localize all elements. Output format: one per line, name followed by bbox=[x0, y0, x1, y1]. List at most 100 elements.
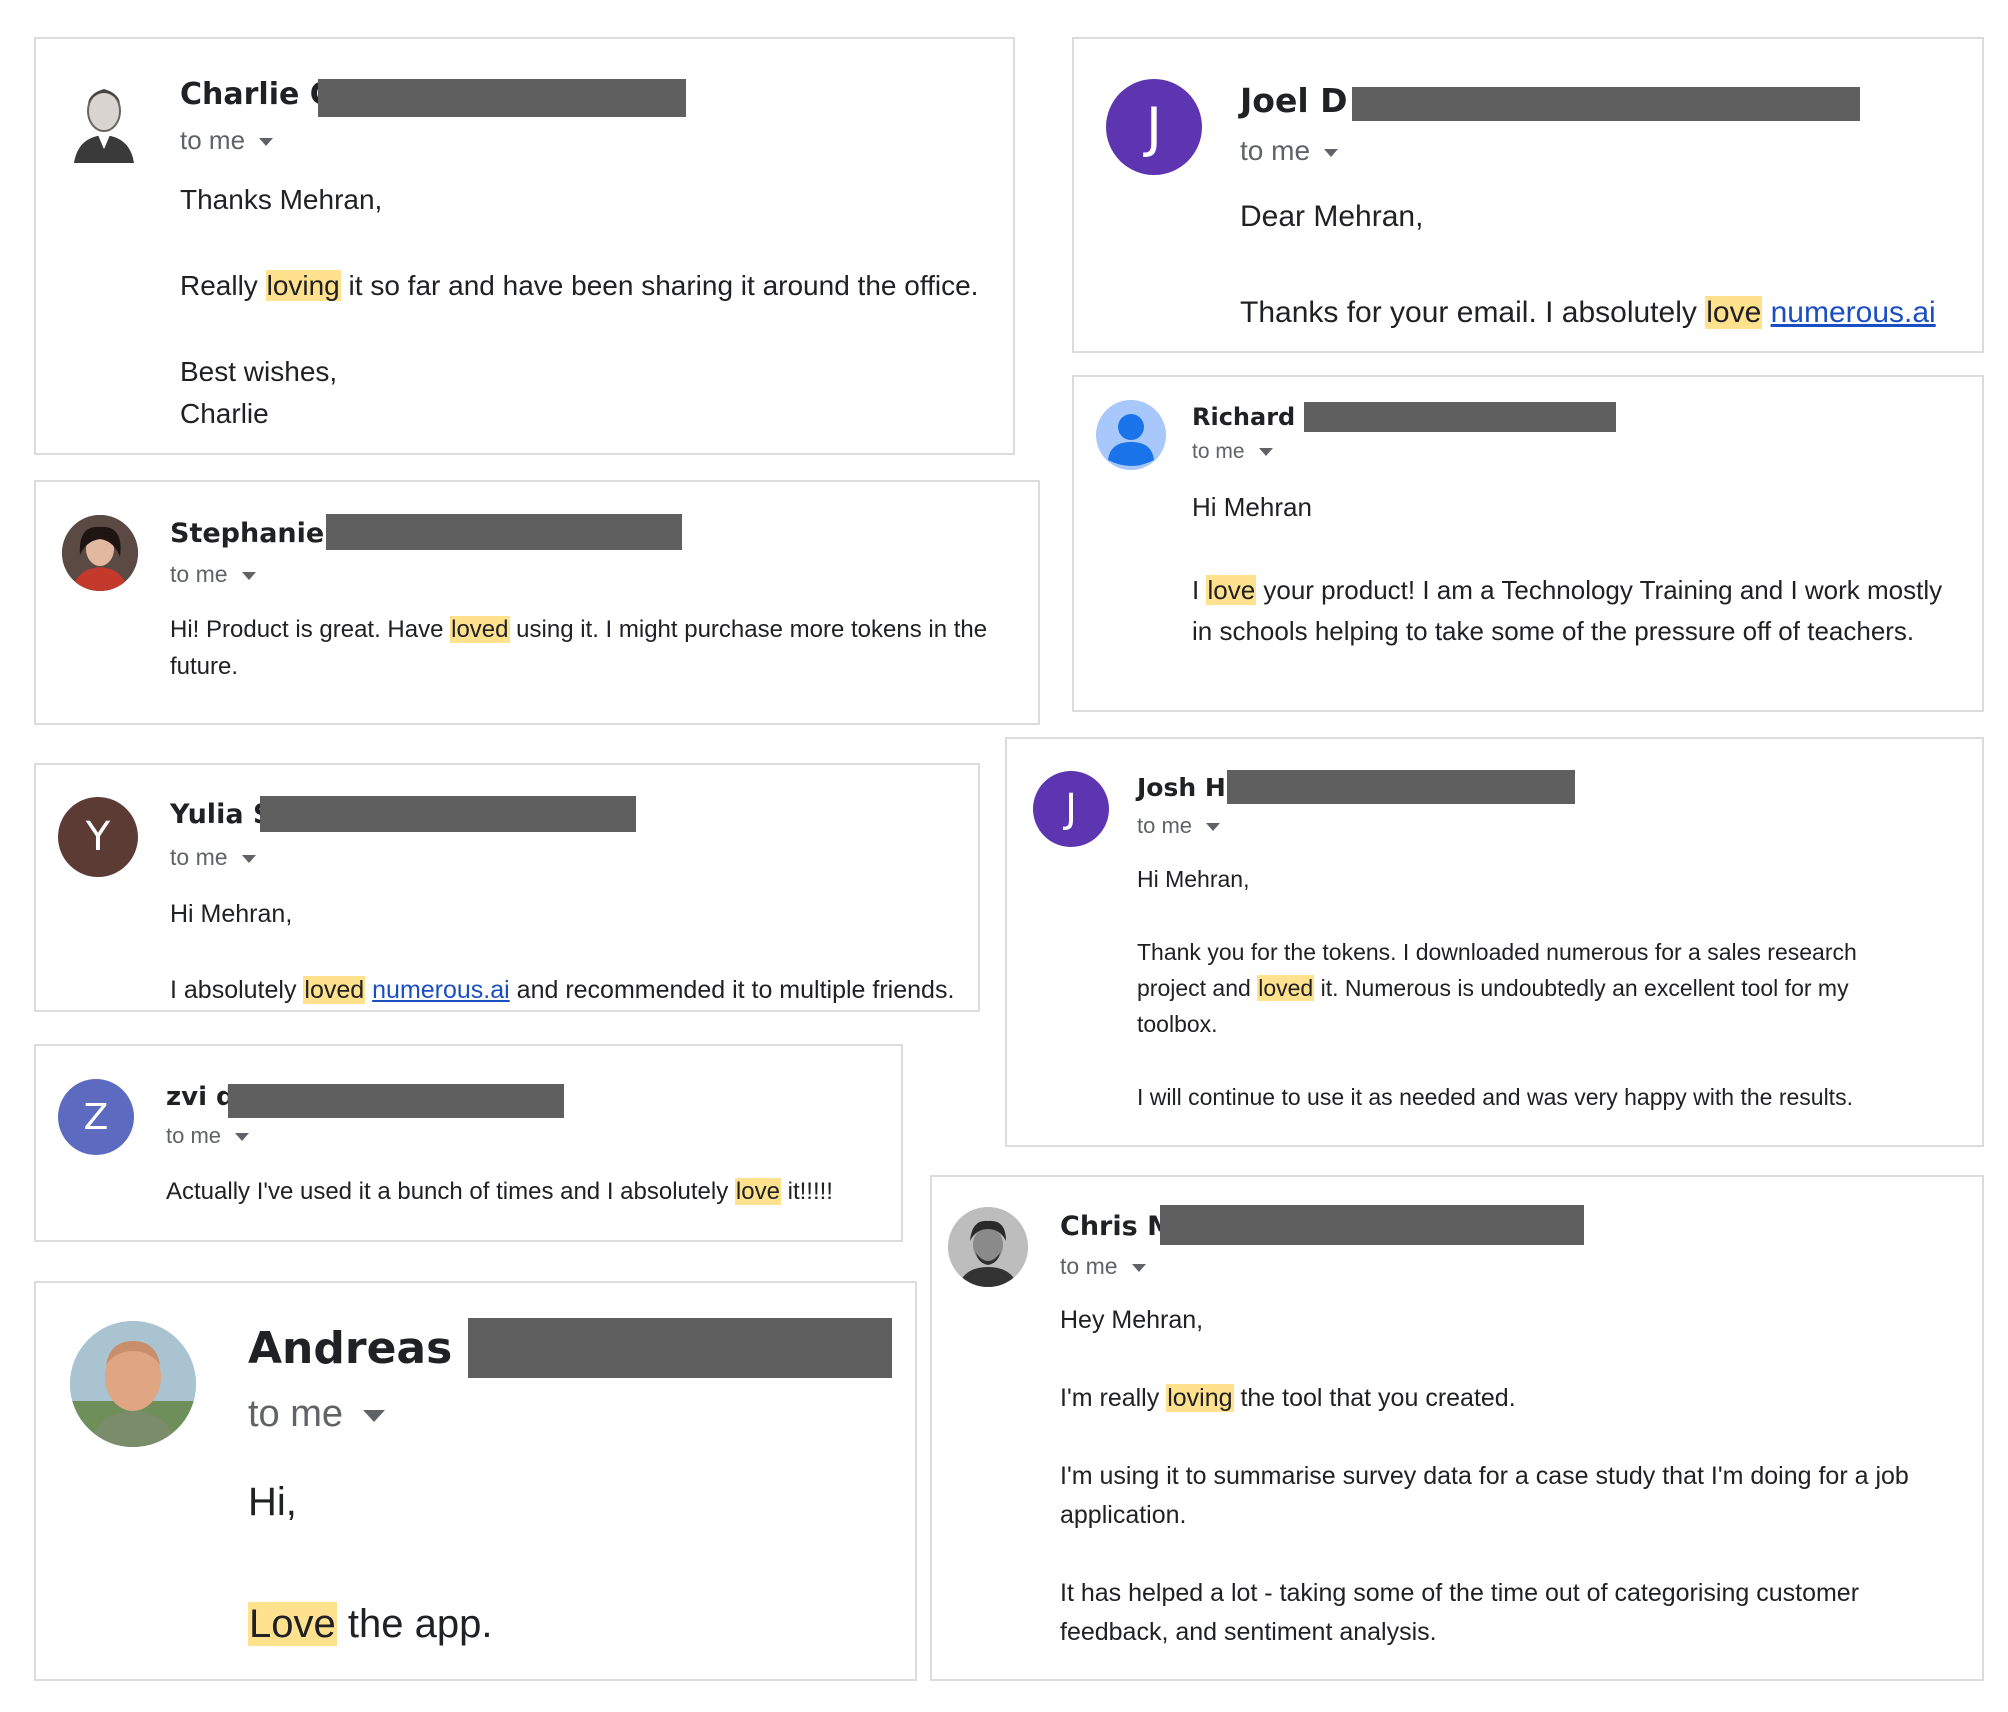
avatar bbox=[1096, 400, 1166, 470]
email-body: Dear Mehran, Thanks for your email. I ab… bbox=[1240, 195, 1980, 335]
redaction-bar bbox=[318, 79, 686, 117]
avatar bbox=[62, 515, 138, 591]
sender-name: Joel D bbox=[1240, 81, 1348, 120]
recipient-toggle[interactable]: to me bbox=[1137, 813, 1221, 839]
sender-name: Andreas S bbox=[248, 1323, 500, 1374]
email-card-stephanie: Stephanie B to me Hi! Product is great. … bbox=[34, 480, 1040, 725]
greeting: Hi Mehran, bbox=[170, 900, 293, 928]
chevron-down-icon[interactable] bbox=[241, 571, 256, 580]
chevron-down-icon[interactable] bbox=[1131, 1263, 1146, 1272]
chevron-down-icon[interactable] bbox=[1206, 823, 1221, 832]
highlight: loved bbox=[450, 616, 510, 643]
highlight: loving bbox=[1166, 1384, 1234, 1412]
sender-name: Josh H bbox=[1137, 773, 1226, 802]
chevron-down-icon[interactable] bbox=[241, 854, 256, 863]
body-line-2: I will continue to use it as needed and … bbox=[1137, 1084, 1853, 1110]
highlight: love bbox=[1206, 575, 1257, 605]
chevron-down-icon[interactable] bbox=[259, 138, 274, 147]
body-line: Actually I've used it a bunch of times a… bbox=[166, 1178, 833, 1205]
recipient-label: to me bbox=[248, 1393, 344, 1435]
email-body: Hey Mehran, I'm really loving the tool t… bbox=[1060, 1301, 1960, 1652]
redaction-bar bbox=[1227, 770, 1575, 804]
email-body: Hi, Love the app. bbox=[248, 1475, 888, 1651]
email-body: Hi! Product is great. Have loved using i… bbox=[170, 611, 1000, 685]
redaction-bar bbox=[228, 1084, 564, 1118]
chevron-down-icon[interactable] bbox=[363, 1409, 386, 1422]
avatar: Z bbox=[58, 1079, 134, 1155]
sender-name: Richard C bbox=[1192, 403, 1322, 431]
email-card-joel: J Joel D to me Dear Mehran, Thanks for y… bbox=[1072, 37, 1984, 353]
avatar: J bbox=[1106, 79, 1202, 175]
highlight: love bbox=[1705, 296, 1763, 329]
recipient-label: to me bbox=[1192, 440, 1245, 463]
body-line: I'm really loving the tool that you crea… bbox=[1060, 1384, 1516, 1412]
redaction-bar bbox=[260, 796, 636, 832]
chevron-down-icon[interactable] bbox=[1324, 148, 1339, 157]
email-body: Hi Mehran, Thank you for the tokens. I d… bbox=[1137, 861, 1927, 1115]
person-photo-icon bbox=[70, 1321, 196, 1447]
body-line: I love your product! I am a Technology T… bbox=[1192, 575, 1943, 646]
email-body: Hi Mehran, I absolutely loved numerous.a… bbox=[170, 895, 970, 1009]
body-line: Thank you for the tokens. I downloaded n… bbox=[1137, 939, 1857, 1037]
signoff: Best wishes, bbox=[180, 356, 338, 387]
person-icon bbox=[1108, 414, 1154, 466]
recipient-label: to me bbox=[1137, 813, 1193, 838]
body-line-3: It has helped a lot - taking some of the… bbox=[1060, 1579, 1860, 1646]
recipient-label: to me bbox=[180, 125, 246, 155]
body-line: Hi! Product is great. Have loved using i… bbox=[170, 616, 988, 680]
redaction-bar bbox=[1352, 87, 1860, 121]
recipient-label: to me bbox=[1060, 1253, 1118, 1279]
email-card-yulia: Y Yulia S to me Hi Mehran, I absolutely … bbox=[34, 763, 980, 1012]
numerous-link[interactable]: numerous.ai bbox=[372, 976, 510, 1004]
recipient-toggle[interactable]: to me bbox=[1192, 440, 1273, 464]
sender-name: Yulia S bbox=[170, 799, 273, 830]
recipient-toggle[interactable]: to me bbox=[1060, 1253, 1146, 1280]
email-card-charlie: Charlie C to me Thanks Mehran, Really lo… bbox=[34, 37, 1015, 455]
email-body: Actually I've used it a bunch of times a… bbox=[166, 1174, 896, 1210]
highlight: loving bbox=[265, 270, 341, 301]
greeting: Thanks Mehran, bbox=[180, 184, 383, 215]
body-line: I absolutely loved numerous.ai and recom… bbox=[170, 976, 955, 1004]
redaction-bar bbox=[468, 1318, 892, 1378]
recipient-toggle[interactable]: to me bbox=[180, 125, 274, 156]
numerous-link[interactable]: numerous.ai bbox=[1771, 296, 1936, 329]
sender-name: Chris M bbox=[1060, 1211, 1174, 1242]
highlight: love bbox=[734, 1178, 781, 1205]
body-line: Thanks for your email. I absolutely love… bbox=[1240, 296, 1936, 329]
recipient-label: to me bbox=[166, 1123, 222, 1148]
email-body: Thanks Mehran, Really loving it so far a… bbox=[180, 179, 1000, 435]
highlight: loved bbox=[303, 976, 366, 1004]
recipient-label: to me bbox=[170, 561, 228, 587]
redaction-bar bbox=[1160, 1205, 1584, 1245]
email-body: Hi Mehran I love your product! I am a Te… bbox=[1192, 487, 1962, 652]
recipient-label: to me bbox=[1240, 135, 1311, 166]
recipient-toggle[interactable]: to me bbox=[170, 844, 256, 871]
avatar: Y bbox=[58, 797, 138, 877]
chevron-down-icon[interactable] bbox=[1258, 448, 1273, 457]
recipient-toggle[interactable]: to me bbox=[1240, 135, 1339, 167]
body-line-2: I'm using it to summarise survey data fo… bbox=[1060, 1462, 1909, 1529]
email-card-andreas: Andreas S to me Hi, Love the app. bbox=[34, 1281, 917, 1681]
signature: Charlie bbox=[180, 398, 269, 429]
person-photo-icon bbox=[948, 1207, 1028, 1287]
highlight: Love bbox=[248, 1602, 337, 1646]
greeting: Hi Mehran, bbox=[1137, 866, 1250, 892]
avatar: J bbox=[1033, 771, 1109, 847]
email-card-zvi: Z zvi d to me Actually I've used it a bu… bbox=[34, 1044, 903, 1242]
highlight: loved bbox=[1257, 975, 1315, 1001]
greeting: Hey Mehran, bbox=[1060, 1306, 1204, 1334]
sender-name: Charlie C bbox=[180, 77, 332, 112]
recipient-toggle[interactable]: to me bbox=[170, 561, 256, 588]
recipient-toggle[interactable]: to me bbox=[166, 1123, 250, 1149]
email-card-josh: J Josh H to me Hi Mehran, Thank you for … bbox=[1005, 737, 1984, 1147]
person-photo-icon bbox=[68, 77, 140, 163]
recipient-label: to me bbox=[170, 844, 228, 870]
body-line: Love the app. bbox=[248, 1602, 493, 1646]
recipient-toggle[interactable]: to me bbox=[248, 1393, 386, 1436]
greeting: Hi, bbox=[248, 1480, 297, 1524]
redaction-bar bbox=[1304, 402, 1616, 432]
avatar bbox=[70, 1321, 196, 1447]
email-card-richard: Richard C to me Hi Mehran I love your pr… bbox=[1072, 375, 1984, 712]
avatar bbox=[68, 77, 140, 163]
chevron-down-icon[interactable] bbox=[235, 1133, 250, 1142]
